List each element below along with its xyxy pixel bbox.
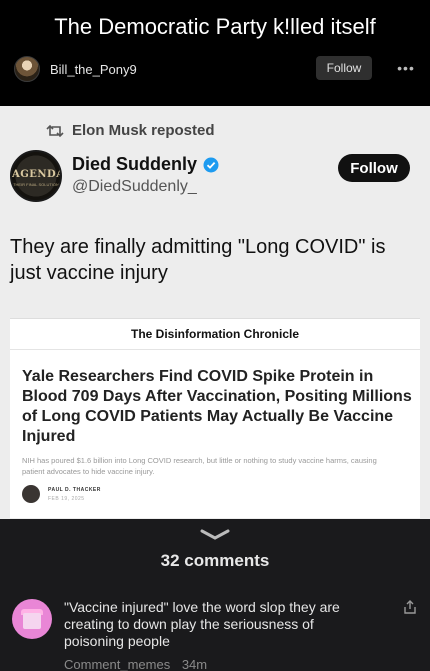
- account-name: Died Suddenly: [72, 154, 219, 175]
- comment-author[interactable]: Comment_memes: [64, 657, 170, 671]
- more-options-icon[interactable]: •••: [394, 56, 418, 80]
- comment-meta: Comment_memes 34m: [64, 657, 207, 671]
- follow-button[interactable]: Follow: [316, 56, 372, 80]
- article-card: The Disinformation Chronicle Yale Resear…: [10, 318, 420, 518]
- author-row: Bill_the_Pony9 Follow •••: [14, 54, 418, 84]
- post-title: The Democratic Party k!lled itself: [54, 14, 376, 39]
- article-publication: The Disinformation Chronicle: [130, 327, 299, 341]
- avatar-logo-text: AGENDA: [12, 169, 62, 180]
- comments-section: 32 comments "Vaccine injured" love the w…: [0, 519, 430, 671]
- commenter-avatar[interactable]: [12, 599, 52, 639]
- comment-time: 34m: [181, 657, 208, 671]
- account-handle: @DiedSuddenly_: [72, 178, 197, 195]
- repost-line: Elon Musk reposted: [46, 122, 215, 139]
- account-name-text: Died Suddenly: [72, 154, 198, 174]
- article-divider: [10, 349, 420, 350]
- article-headline: Yale Researchers Find COVID Spike Protei…: [22, 368, 412, 445]
- avatar-logo-subtext: THEIR FINAL SOLUTION: [13, 182, 59, 187]
- repost-text: Elon Musk reposted: [72, 122, 215, 139]
- repost-icon: [46, 124, 64, 137]
- tweet-screenshot-image[interactable]: Elon Musk reposted AGENDA THEIR FINAL SO…: [0, 106, 430, 519]
- avatar-cake: [23, 613, 41, 629]
- article-byline: PAUL D. THACKER FEB 19, 2025: [22, 485, 101, 503]
- article-byline-text: PAUL D. THACKER FEB 19, 2025: [48, 487, 101, 502]
- share-icon[interactable]: [402, 599, 418, 615]
- article-author-avatar: [22, 485, 40, 503]
- account-avatar: AGENDA THEIR FINAL SOLUTION: [10, 150, 62, 202]
- verified-badge-icon: [203, 157, 219, 172]
- author-avatar[interactable]: [14, 56, 40, 82]
- post-header: The Democratic Party k!lled itself Bill_…: [0, 0, 430, 106]
- tweet-text: They are finally admitting "Long COVID" …: [10, 236, 386, 284]
- article-subhead: NIH has poured $1.6 billion into Long CO…: [22, 456, 377, 476]
- comments-count: 32 comments: [160, 551, 270, 570]
- author-name[interactable]: Bill_the_Pony9: [50, 62, 137, 77]
- tweet-follow-button: Follow: [338, 154, 410, 182]
- tweet-account: AGENDA THEIR FINAL SOLUTION Died Suddenl…: [10, 150, 420, 206]
- article-date: FEB 19, 2025: [48, 495, 85, 502]
- chevron-down-icon[interactable]: [199, 529, 231, 541]
- comment-text: "Vaccine injured" love the word slop the…: [64, 599, 340, 649]
- article-author: PAUL D. THACKER: [48, 486, 101, 493]
